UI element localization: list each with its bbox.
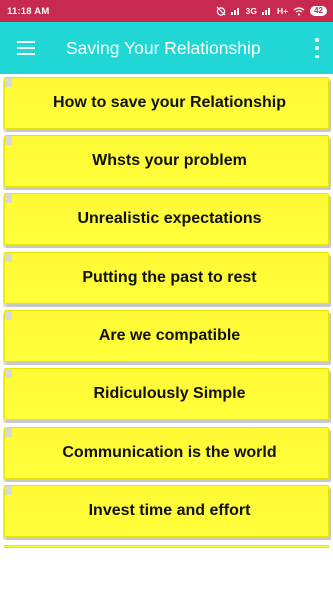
menu-button[interactable]: [0, 22, 52, 74]
status-indicators: 3G H+ 42: [216, 6, 327, 16]
item-corner: [5, 78, 12, 87]
item-corner: [5, 311, 12, 320]
app-bar: Saving Your Relationship: [0, 22, 333, 74]
more-options-button[interactable]: [313, 38, 321, 58]
list-item-problem[interactable]: Whsts your problem: [4, 135, 329, 187]
item-corner: [5, 136, 12, 145]
list-item-label: Ridiculously Simple: [93, 385, 246, 402]
signal-icon-2: [261, 7, 272, 15]
list-item-communication[interactable]: Communication is the world: [4, 427, 329, 479]
list-item-label: Are we compatible: [98, 327, 241, 344]
hamburger-icon: [17, 41, 35, 55]
item-corner: [5, 486, 12, 495]
alarm-off-icon: [216, 6, 226, 16]
network-type-label-2: H+: [276, 6, 289, 16]
network-type-label: 3G: [245, 6, 257, 16]
item-corner: [5, 369, 12, 378]
list-item-label: Unrealistic expectations: [77, 210, 262, 227]
item-corner: [5, 194, 12, 203]
list-item-label: How to save your Relationship: [53, 94, 286, 111]
list-item-label: Putting the past to rest: [82, 269, 257, 286]
list-item-past[interactable]: Putting the past to rest: [4, 252, 329, 304]
battery-indicator: 42: [310, 6, 327, 16]
list-item-simple[interactable]: Ridiculously Simple: [4, 368, 329, 420]
signal-icon: [230, 7, 241, 15]
list-item-invest[interactable]: Invest time and effort: [4, 485, 329, 537]
status-bar: 11:18 AM 3G H+ 42: [0, 0, 333, 22]
list-item-expectations[interactable]: Unrealistic expectations: [4, 193, 329, 245]
list-item-partial[interactable]: [4, 545, 329, 548]
item-corner: [5, 428, 12, 437]
topic-list: How to save your Relationship Whsts your…: [0, 74, 333, 592]
list-item-compatible[interactable]: Are we compatible: [4, 310, 329, 362]
page-title: Saving Your Relationship: [66, 37, 261, 58]
list-item-label: Communication is the world: [62, 444, 277, 461]
list-item-label: Whsts your problem: [92, 152, 247, 169]
list-item-label: Invest time and effort: [88, 502, 251, 519]
list-item-save-relationship[interactable]: How to save your Relationship: [4, 77, 329, 129]
item-corner: [5, 253, 12, 262]
status-time: 11:18 AM: [7, 5, 50, 17]
wifi-icon: [293, 6, 305, 16]
